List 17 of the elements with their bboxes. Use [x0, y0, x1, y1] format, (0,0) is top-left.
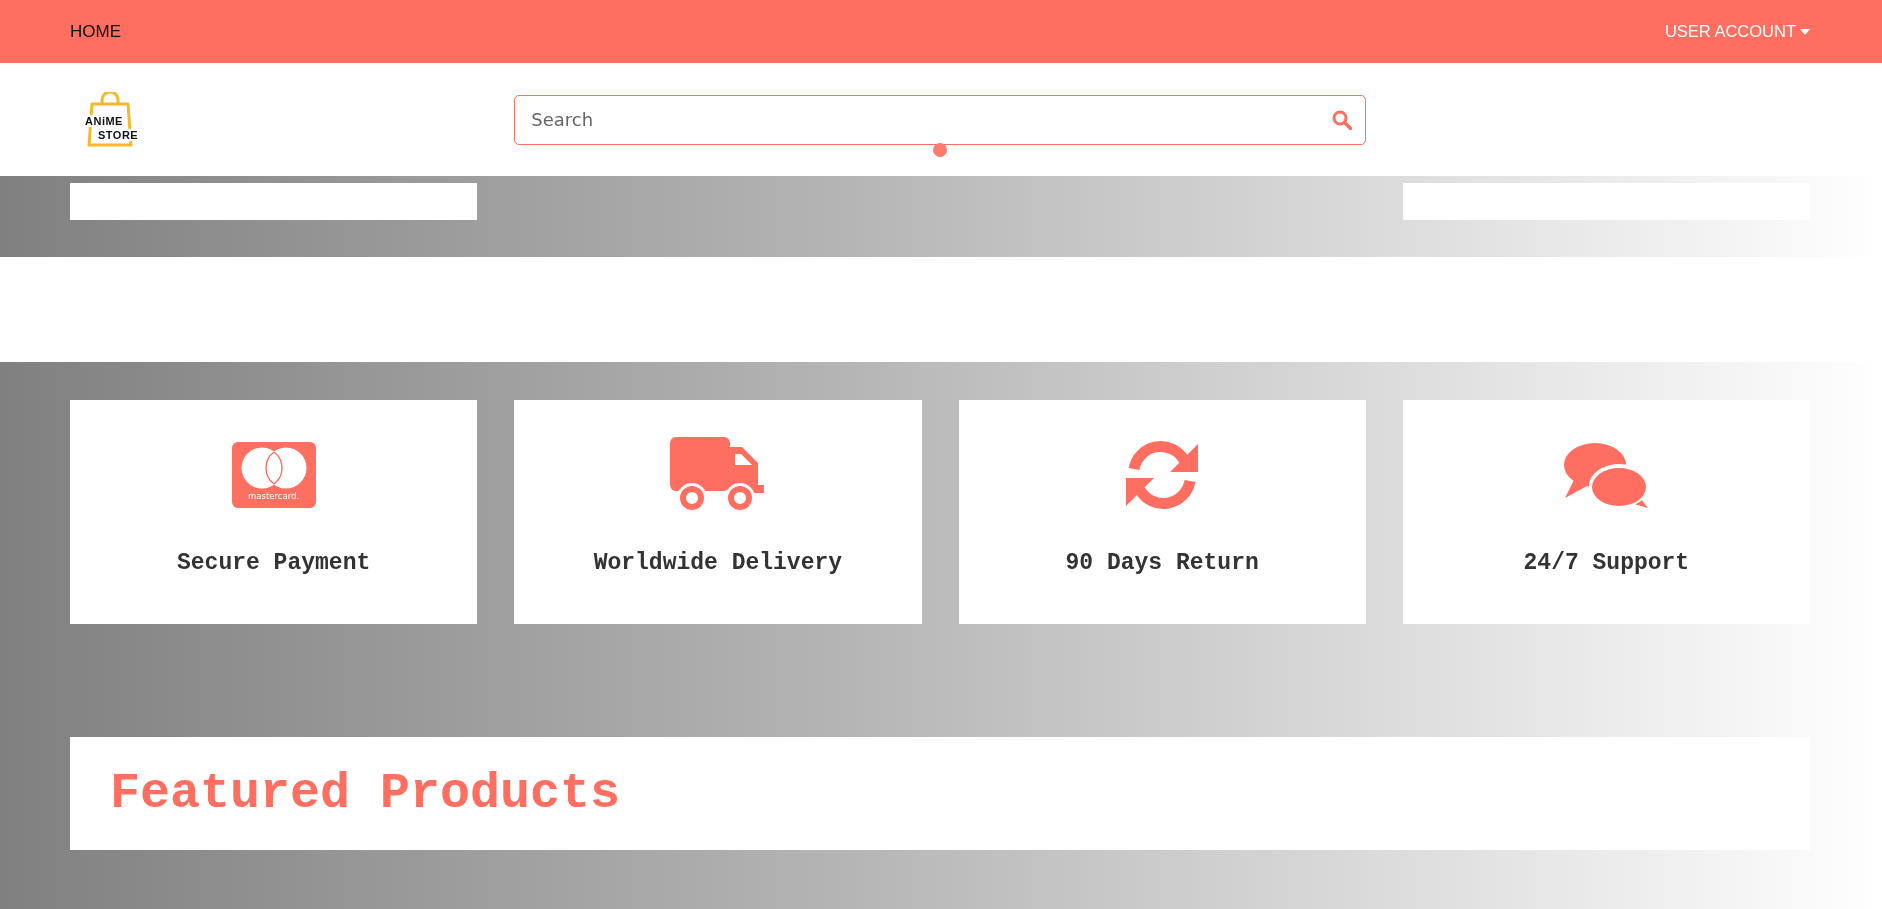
card-brand-text: mastercard. — [248, 491, 300, 502]
feature-label: Secure Payment — [177, 549, 371, 577]
search-icon[interactable] — [1331, 109, 1352, 130]
feature-label: 24/7 Support — [1523, 549, 1690, 577]
truck-icon — [670, 437, 766, 513]
feature-label: 90 Days Return — [1065, 549, 1259, 577]
search-field[interactable]: Search — [514, 94, 1366, 145]
section-title: Featured Products — [110, 765, 621, 822]
refresh-icon — [1125, 438, 1200, 512]
logo-text: ANiME — [84, 114, 124, 127]
logo-text: STORE — [97, 128, 140, 141]
overlapping-circles-icon — [240, 447, 307, 489]
dot-icon — [933, 143, 947, 157]
chat-bubbles-icon — [1563, 442, 1650, 508]
home-link[interactable]: HOME — [70, 21, 121, 42]
caret-icon — [1800, 28, 1810, 35]
feature-label: Worldwide Delivery — [593, 549, 843, 577]
